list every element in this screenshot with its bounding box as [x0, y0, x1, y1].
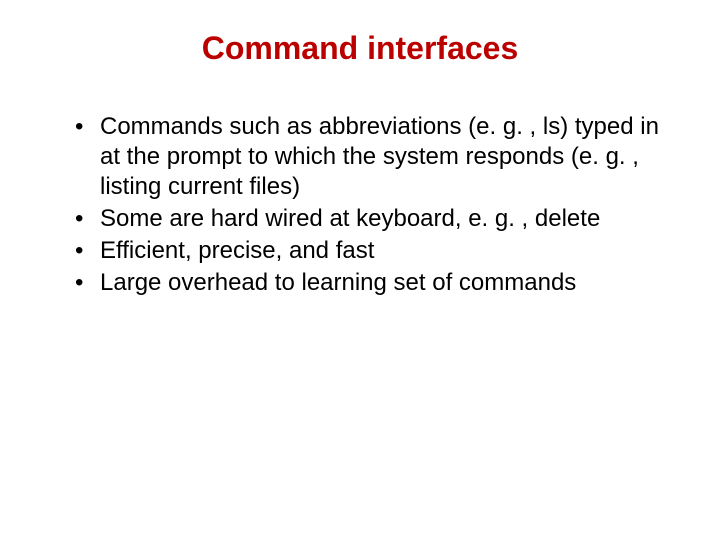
bullet-item: Large overhead to learning set of comman… — [80, 268, 670, 298]
bullet-item: Commands such as abbreviations (e. g. , … — [80, 112, 670, 202]
bullet-item: Efficient, precise, and fast — [80, 236, 670, 266]
bullet-list: Commands such as abbreviations (e. g. , … — [50, 112, 670, 298]
bullet-item: Some are hard wired at keyboard, e. g. ,… — [80, 204, 670, 234]
slide-container: Command interfaces Commands such as abbr… — [0, 0, 720, 330]
slide-title: Command interfaces — [50, 30, 670, 67]
